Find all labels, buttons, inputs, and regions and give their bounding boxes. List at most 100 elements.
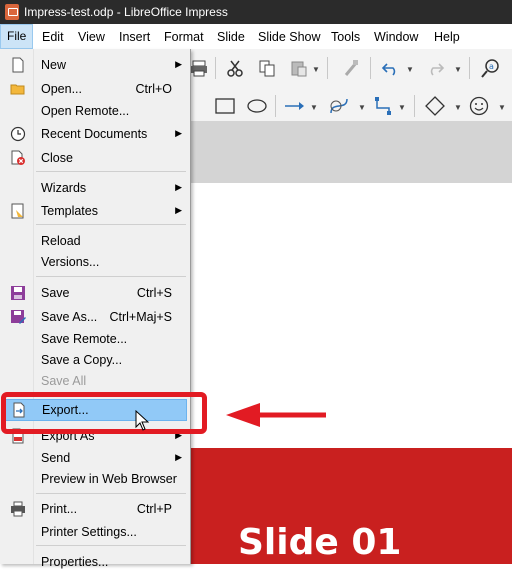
symbol-shapes-dropdown-icon[interactable]: ▼ (498, 103, 506, 112)
lines-dropdown-icon[interactable]: ▼ (310, 103, 318, 112)
red-arrow-annotation (226, 403, 326, 427)
toolbar-separator (414, 95, 415, 117)
menu-item-label: Save As... (41, 310, 98, 324)
submenu-arrow-icon: ▶ (175, 59, 182, 69)
menu-view[interactable]: View (78, 30, 105, 44)
paste-icon[interactable] (288, 57, 310, 79)
menu-item-open[interactable]: Open... Ctrl+O (0, 78, 190, 100)
title-bar: Impress-test.odp - LibreOffice Impress (0, 0, 512, 24)
menu-item-close[interactable]: Close (0, 147, 190, 169)
menu-item-label: Preview in Web Browser (41, 472, 177, 486)
menu-item-open-remote[interactable]: Open Remote... (0, 100, 190, 122)
submenu-arrow-icon: ▶ (175, 452, 182, 462)
rectangle-icon[interactable] (214, 95, 236, 117)
menu-item-shortcut: Ctrl+S (136, 286, 172, 300)
submenu-arrow-icon: ▶ (175, 128, 182, 138)
menu-item-send[interactable]: Send ▶ (0, 447, 190, 469)
menu-item-label: Send (41, 451, 71, 465)
folder-icon (10, 84, 25, 95)
clone-formatting-icon[interactable] (340, 57, 362, 79)
menu-item-label: Open Remote... (41, 104, 130, 118)
submenu-arrow-icon: ▶ (175, 205, 182, 215)
menu-insert[interactable]: Insert (119, 30, 150, 44)
close-doc-icon (11, 150, 25, 165)
menu-item-label: Open... (41, 82, 82, 96)
highlight-callout-box (1, 392, 207, 434)
menu-item-recent-documents[interactable]: Recent Documents ▶ (0, 123, 190, 145)
menu-item-label: Wizards (41, 181, 87, 195)
diamond-shape-icon[interactable] (424, 95, 446, 117)
undo-icon[interactable] (380, 57, 402, 79)
menu-item-save-remote[interactable]: Save Remote... (0, 328, 190, 350)
menu-format[interactable]: Format (164, 30, 204, 44)
menu-item-versions[interactable]: Versions... (0, 251, 190, 273)
print-directly-icon[interactable] (188, 57, 210, 79)
menu-slide-show[interactable]: Slide Show (258, 30, 321, 44)
menu-item-label: Save a Copy... (41, 353, 123, 367)
new-doc-icon (12, 57, 24, 73)
menu-separator (36, 545, 186, 546)
connector-icon[interactable] (372, 95, 394, 117)
menu-item-shortcut: Ctrl+P (136, 502, 172, 516)
menu-item-label: Printer Settings... (41, 525, 137, 539)
menu-bar: File Edit View Insert Format Slide Slide… (0, 24, 512, 49)
menu-item-print[interactable]: Print... Ctrl+P (0, 498, 190, 520)
templates-icon (11, 203, 24, 219)
menu-item-shortcut: Ctrl+Maj+S (109, 310, 172, 324)
ellipse-icon[interactable] (246, 95, 268, 117)
copy-icon[interactable] (256, 57, 278, 79)
window-title: Impress-test.odp - LibreOffice Impress (24, 5, 228, 19)
toolbar-separator (215, 57, 216, 79)
menu-help[interactable]: Help (434, 30, 460, 44)
save-as-icon (11, 310, 26, 324)
file-menu: New ▶ Open... Ctrl+O Open Remote... Rece… (0, 49, 191, 569)
menu-item-label: Save (41, 286, 70, 300)
menu-item-shortcut: Ctrl+O (135, 82, 172, 96)
impress-doc-icon (5, 4, 19, 20)
save-icon (11, 286, 25, 300)
svg-text:a: a (489, 62, 494, 71)
basic-shapes-dropdown-icon[interactable]: ▼ (454, 103, 462, 112)
menu-item-printer-settings[interactable]: Printer Settings... (0, 521, 190, 543)
menu-item-preview-web[interactable]: Preview in Web Browser (0, 468, 190, 490)
line-arrow-icon[interactable] (284, 95, 306, 117)
menu-slide[interactable]: Slide (217, 30, 245, 44)
menu-file-label: File (7, 29, 27, 43)
undo-dropdown-icon[interactable]: ▼ (406, 65, 414, 74)
menu-item-templates[interactable]: Templates ▶ (0, 200, 190, 222)
menu-item-new[interactable]: New ▶ (0, 54, 190, 76)
menu-item-label: Reload (41, 234, 81, 248)
menu-item-label: Templates (41, 204, 98, 218)
menu-item-reload[interactable]: Reload (0, 230, 190, 252)
menu-item-label: Properties... (41, 555, 109, 569)
cut-icon[interactable] (224, 57, 246, 79)
toolbar-separator (469, 57, 470, 79)
menu-item-save-a-copy[interactable]: Save a Copy... (0, 349, 190, 371)
menu-item-save[interactable]: Save Ctrl+S (0, 282, 190, 304)
redo-icon[interactable] (424, 57, 446, 79)
smiley-icon[interactable] (468, 95, 490, 117)
menu-item-properties[interactable]: Properties... (0, 551, 190, 573)
menu-separator (36, 276, 186, 277)
curve-icon[interactable] (328, 95, 350, 117)
mouse-cursor-icon (135, 410, 149, 431)
submenu-arrow-icon: ▶ (175, 182, 182, 192)
menu-tools[interactable]: Tools (331, 30, 360, 44)
curves-dropdown-icon[interactable]: ▼ (358, 103, 366, 112)
slide-title[interactable]: Slide 01 (238, 522, 401, 563)
menu-item-save-as[interactable]: Save As... Ctrl+Maj+S (0, 306, 190, 328)
menu-item-label: New (41, 58, 67, 72)
toolbar-separator (275, 95, 276, 117)
find-replace-icon[interactable]: a (480, 57, 502, 79)
menu-separator (36, 493, 186, 494)
connectors-dropdown-icon[interactable]: ▼ (398, 103, 406, 112)
menu-item-label: Versions... (41, 255, 100, 269)
menu-window[interactable]: Window (374, 30, 418, 44)
menu-file[interactable]: File (0, 24, 33, 49)
menu-item-label: Recent Documents (41, 127, 148, 141)
redo-dropdown-icon[interactable]: ▼ (454, 65, 462, 74)
paste-dropdown-icon[interactable]: ▼ (312, 65, 320, 74)
menu-item-label: Save All (41, 374, 87, 388)
menu-edit[interactable]: Edit (42, 30, 64, 44)
menu-item-wizards[interactable]: Wizards ▶ (0, 177, 190, 199)
